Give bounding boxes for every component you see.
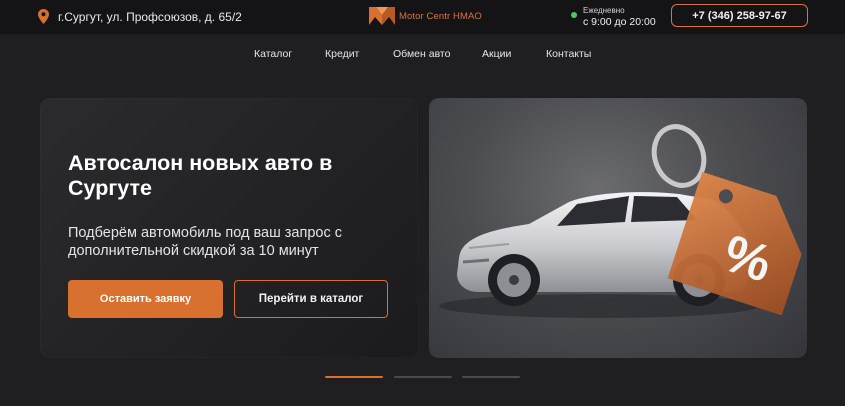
slider-dot-1[interactable] xyxy=(325,376,383,378)
logo-text: Motor Centr HMAO xyxy=(399,10,482,22)
working-hours: Ежедневно с 9:00 до 20:00 xyxy=(571,5,656,28)
hero-subtitle: Подберём автомобиль под ваш запрос с доп… xyxy=(68,225,343,259)
map-pin-icon xyxy=(38,9,49,24)
hero-card: Автосалон новых авто в Сургуте Подберём … xyxy=(40,98,418,358)
hours-time: с 9:00 до 20:00 xyxy=(583,16,656,28)
nav-item-promotions[interactable]: Акции xyxy=(482,48,511,60)
logo[interactable]: Motor Centr HMAO xyxy=(369,5,482,27)
hero-image: % xyxy=(429,98,807,358)
slider-dot-3[interactable] xyxy=(462,376,520,378)
nav-item-contacts[interactable]: Контакты xyxy=(546,48,591,60)
logo-icon xyxy=(369,7,395,25)
address: г.Сургут, ул. Профсоюзов, д. 65/2 xyxy=(38,9,242,24)
nav-item-trade-in[interactable]: Обмен авто xyxy=(393,48,450,60)
phone-button[interactable]: +7 (346) 258-97-67 xyxy=(671,4,808,27)
address-text: г.Сургут, ул. Профсоюзов, д. 65/2 xyxy=(58,9,242,24)
top-bar: г.Сургут, ул. Профсоюзов, д. 65/2 Motor … xyxy=(0,0,845,34)
main-nav: Каталог Кредит Обмен авто Акции Контакты xyxy=(0,34,845,74)
hero-title: Автосалон новых авто в Сургуте xyxy=(68,151,333,200)
online-status-dot xyxy=(571,12,577,18)
nav-item-catalog[interactable]: Каталог xyxy=(254,48,292,60)
slider-dot-2[interactable] xyxy=(394,376,452,378)
nav-item-credit[interactable]: Кредит xyxy=(325,48,359,60)
hours-label: Ежедневно xyxy=(583,6,625,15)
go-to-catalog-button[interactable]: Перейти в каталог xyxy=(234,280,388,318)
car-with-discount-tag-icon: % xyxy=(439,124,802,318)
leave-request-button[interactable]: Оставить заявку xyxy=(68,280,223,318)
